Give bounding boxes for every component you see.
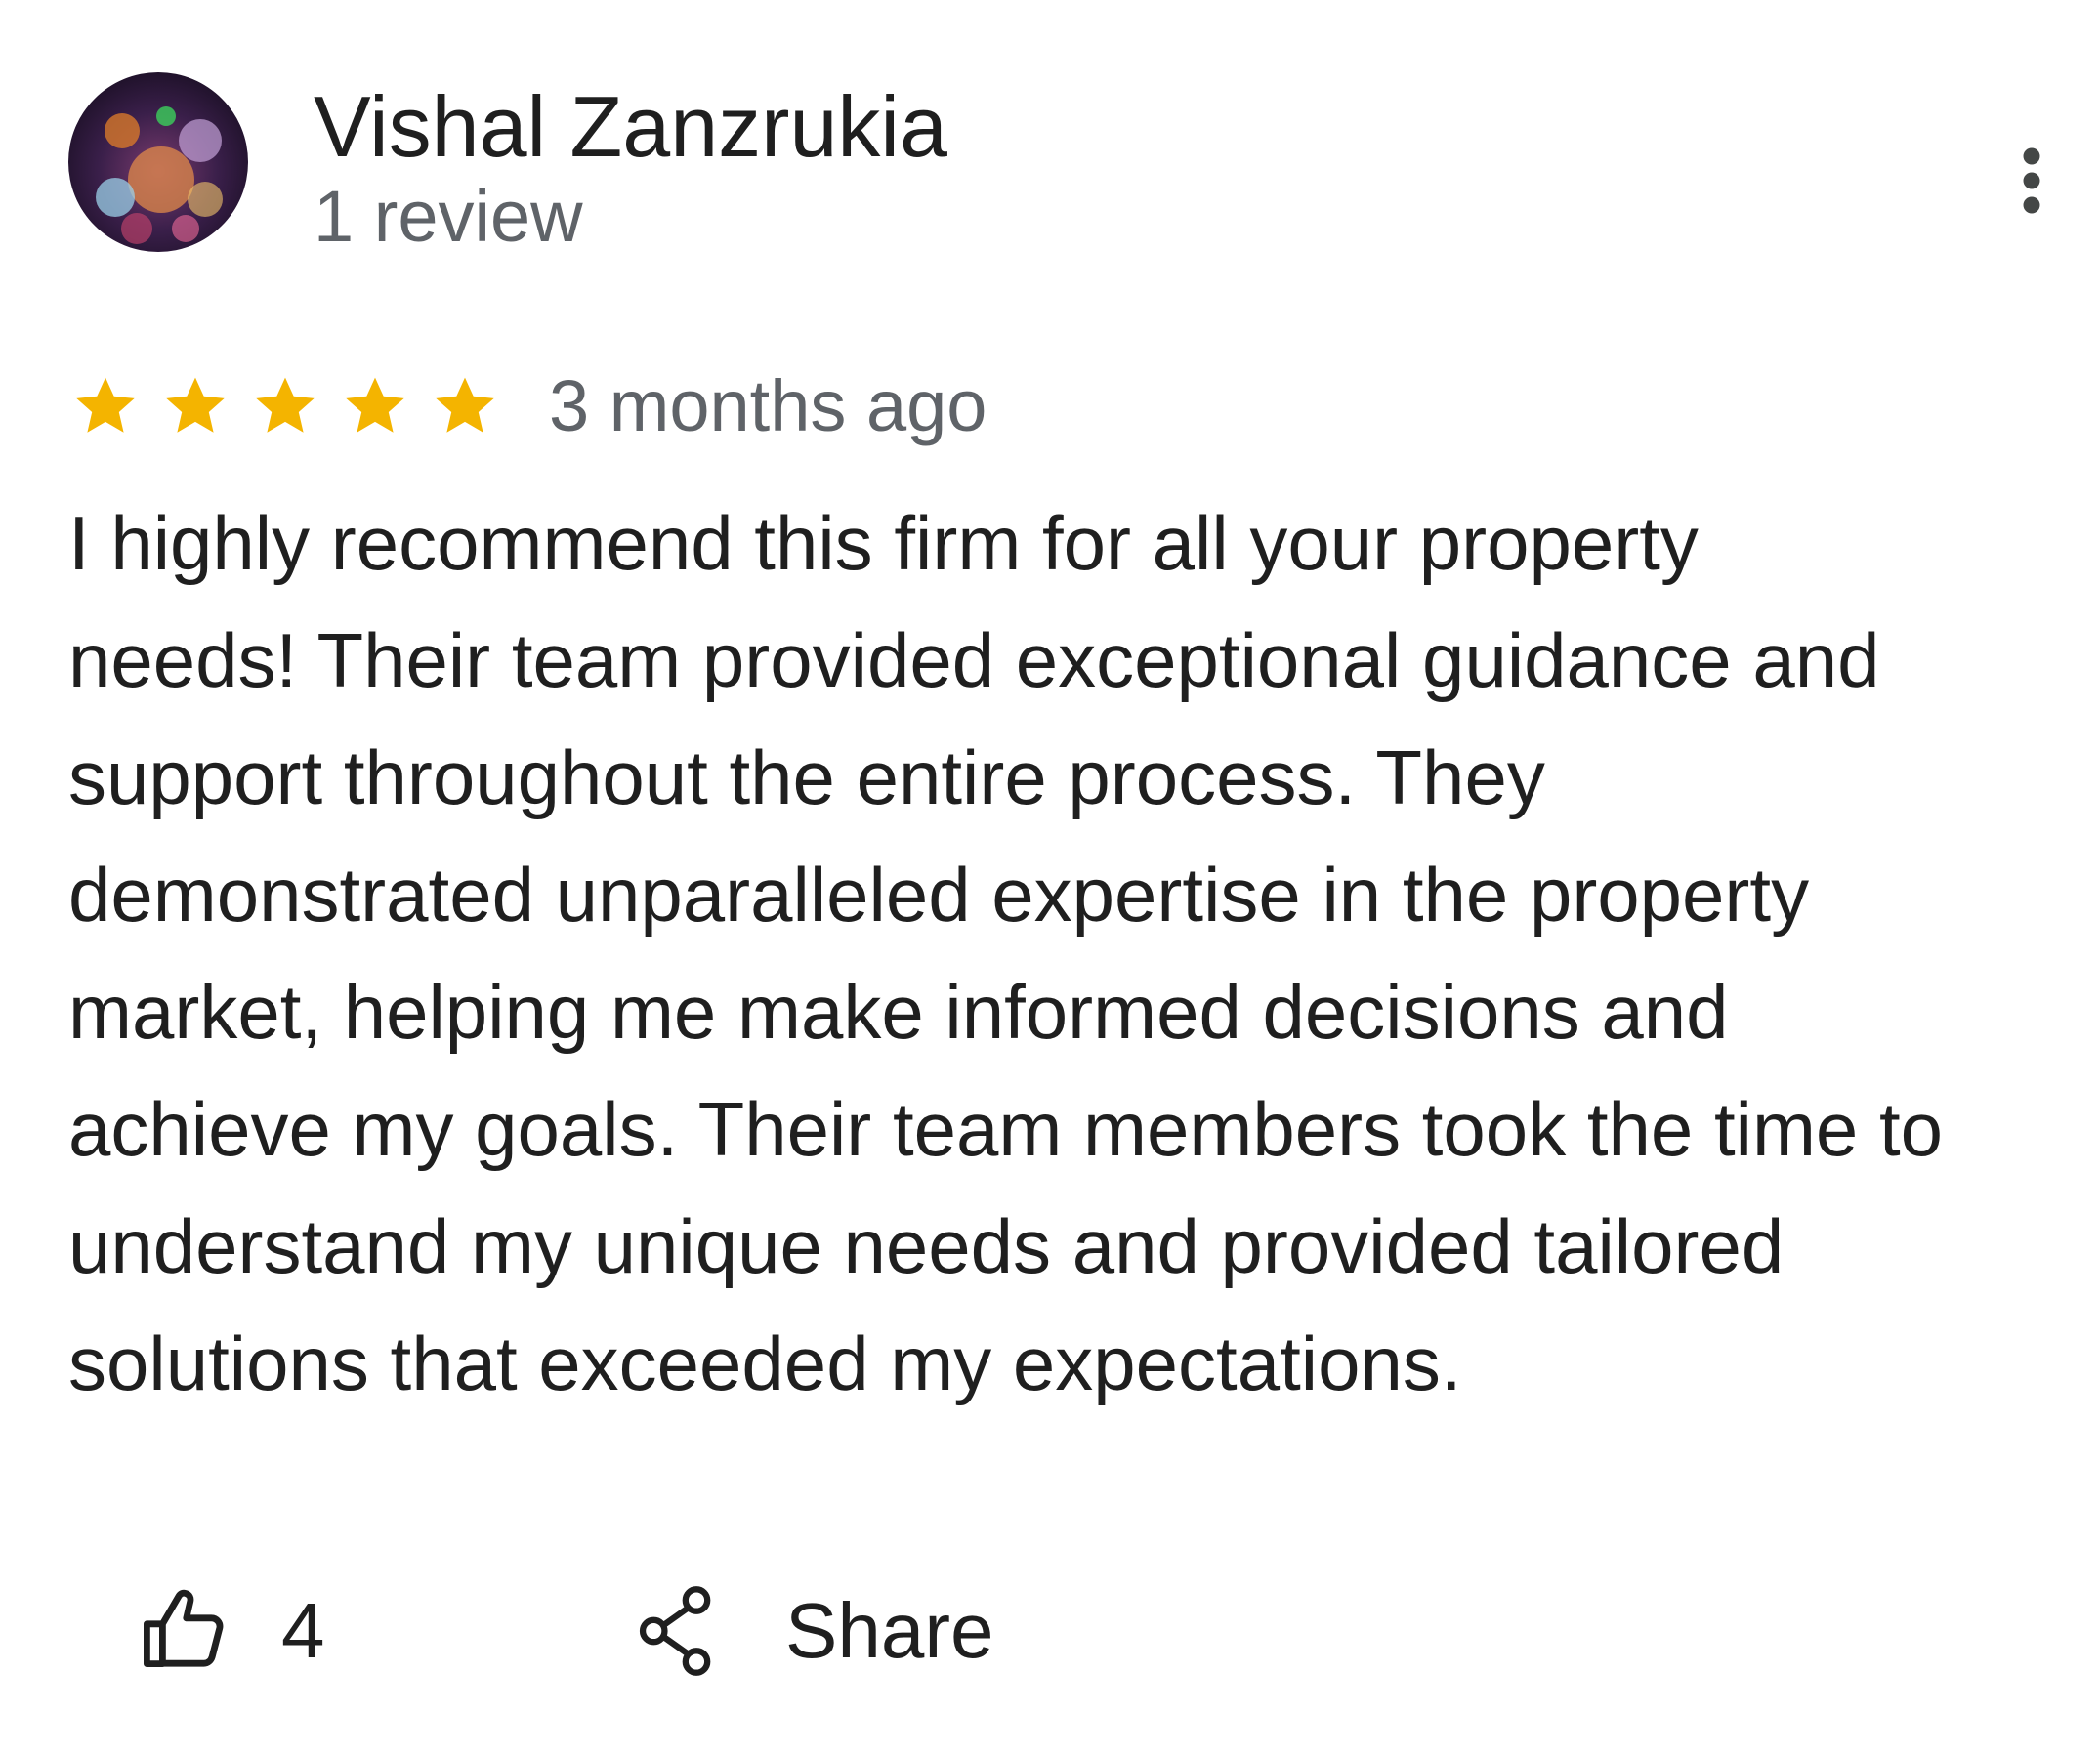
star-icon bbox=[76, 377, 135, 433]
like-button[interactable]: 4 bbox=[137, 1572, 325, 1690]
rating-row: 3 months ago bbox=[70, 357, 987, 455]
star-icon bbox=[436, 377, 494, 433]
review-text: I highly recommend this firm for all you… bbox=[68, 500, 1944, 1406]
avatar[interactable] bbox=[68, 72, 248, 252]
share-button[interactable]: Share bbox=[635, 1572, 993, 1690]
more-vert-icon bbox=[2023, 147, 2040, 214]
more-options-button[interactable] bbox=[1993, 127, 2071, 234]
star-icon bbox=[166, 377, 225, 433]
share-label: Share bbox=[785, 1587, 994, 1674]
author-name[interactable]: Vishal Zanzrukia bbox=[314, 73, 947, 181]
thumb-up-icon bbox=[144, 1589, 224, 1667]
review-date: 3 months ago bbox=[549, 365, 987, 446]
avatar-image bbox=[68, 72, 248, 252]
like-count: 4 bbox=[281, 1587, 325, 1674]
star-rating bbox=[70, 371, 500, 441]
share-icon bbox=[639, 1586, 711, 1676]
star-icon bbox=[256, 377, 315, 433]
star-icon bbox=[346, 377, 404, 433]
author-review-count: 1 review bbox=[314, 176, 583, 257]
